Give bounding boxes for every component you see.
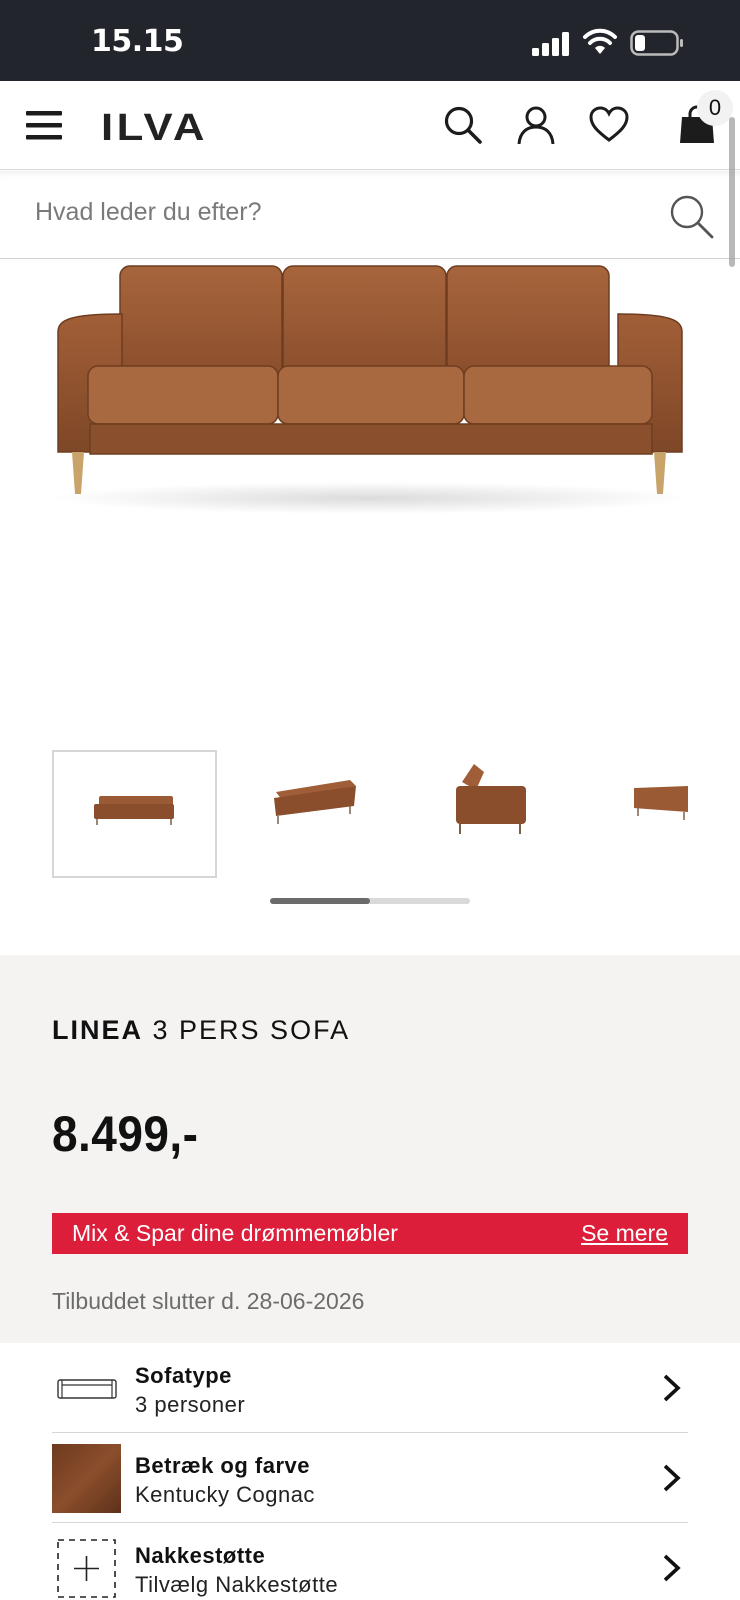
add-plus-icon bbox=[57, 1539, 116, 1598]
option-title: Betræk og farve bbox=[135, 1453, 311, 1478]
thumbnail-side[interactable] bbox=[410, 750, 575, 878]
product-type: 3 PERS SOFA bbox=[152, 1015, 351, 1045]
cart-count-badge: 0 bbox=[697, 90, 733, 126]
product-price: 8.499,- bbox=[52, 1106, 199, 1162]
thumbnail-front[interactable] bbox=[52, 750, 217, 878]
account-icon[interactable] bbox=[516, 105, 556, 145]
option-sofatype[interactable]: Sofatype 3 personer bbox=[52, 1343, 688, 1433]
page-scrollbar[interactable] bbox=[729, 117, 735, 267]
menu-icon[interactable] bbox=[26, 109, 62, 141]
status-bar: 15.15 bbox=[0, 0, 740, 81]
search-submit-icon[interactable] bbox=[668, 193, 716, 241]
thumbnail-back[interactable] bbox=[590, 750, 688, 878]
heart-icon[interactable] bbox=[589, 105, 629, 145]
ilva-logo[interactable]: ILVA bbox=[101, 107, 208, 150]
option-value: Kentucky Cognac bbox=[135, 1482, 315, 1507]
chevron-right-icon bbox=[663, 1554, 681, 1582]
thumbnail-angle[interactable] bbox=[230, 750, 395, 878]
status-time: 15.15 bbox=[91, 24, 184, 59]
search-input[interactable]: Hvad leder du efter? bbox=[35, 198, 262, 227]
product-image-sofa[interactable] bbox=[0, 260, 740, 720]
option-value: 3 personer bbox=[135, 1392, 246, 1417]
product-info-panel: LINEA 3 PERS SOFA 8.499,- Mix & Spar din… bbox=[0, 955, 740, 1343]
carousel-scroll-thumb[interactable] bbox=[270, 898, 370, 904]
cellular-signal-icon bbox=[532, 32, 569, 56]
carousel-scroll-indicator[interactable] bbox=[270, 898, 470, 904]
option-value: Tilvælg Nakkestøtte bbox=[135, 1572, 339, 1597]
product-brand: LINEA bbox=[52, 1015, 143, 1045]
sofa-outline-icon bbox=[57, 1379, 117, 1399]
chevron-right-icon bbox=[663, 1374, 681, 1402]
chevron-right-icon bbox=[663, 1464, 681, 1492]
battery-icon bbox=[630, 30, 683, 56]
product-title: LINEA 3 PERS SOFA bbox=[52, 1015, 350, 1046]
promo-see-more-link[interactable]: Se mere bbox=[581, 1220, 668, 1247]
option-fabric-color[interactable]: Betræk og farve Kentucky Cognac bbox=[52, 1433, 688, 1523]
search-bar[interactable]: Hvad leder du efter? bbox=[0, 171, 740, 259]
wifi-icon bbox=[583, 28, 617, 54]
promo-text: Mix & Spar dine drømmemøbler bbox=[72, 1220, 398, 1246]
leather-swatch bbox=[52, 1444, 121, 1513]
offer-end-date: Tilbuddet slutter d. 28-06-2026 bbox=[52, 1288, 365, 1314]
search-icon[interactable] bbox=[443, 105, 483, 145]
option-title: Nakkestøtte bbox=[135, 1543, 266, 1568]
thumbnail-carousel bbox=[0, 750, 740, 880]
option-headrest[interactable]: Nakkestøtte Tilvælg Nakkestøtte bbox=[52, 1523, 688, 1600]
promo-banner: Mix & Spar dine drømmemøbler Se mere bbox=[52, 1213, 688, 1254]
option-title: Sofatype bbox=[135, 1363, 232, 1388]
site-header: ILVA 0 bbox=[0, 81, 740, 170]
